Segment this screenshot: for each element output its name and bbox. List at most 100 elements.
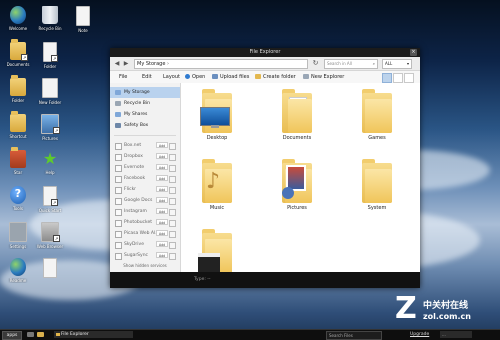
show-hidden-services-link[interactable]: Show hidden services	[110, 263, 180, 268]
add-service-button[interactable]: Add	[156, 208, 168, 214]
forward-arrow-icon[interactable]: ▶	[122, 60, 130, 68]
sidebar-item-safety-box[interactable]: Safety Box	[110, 120, 180, 131]
desktop-icon[interactable]	[33, 258, 67, 280]
sidebar-service-item[interactable]: Facebook Add	[110, 173, 180, 184]
search-input[interactable]: Search in All ⌕	[324, 59, 378, 69]
folder-icon[interactable]	[37, 332, 44, 337]
sidebar-item-my-shares[interactable]: My Shares	[110, 109, 180, 120]
desktop-icon[interactable]: ↗ Pictures	[33, 114, 67, 141]
search-scope-select[interactable]: ALL ▾	[382, 59, 412, 69]
list-view-icon[interactable]	[393, 73, 403, 83]
sidebar-item-label: My Storage	[124, 90, 150, 95]
folder-videos[interactable]	[197, 229, 237, 273]
gear-icon[interactable]	[169, 176, 176, 183]
add-service-button[interactable]: Add	[156, 252, 168, 258]
address-bar[interactable]: My Storage ›	[134, 59, 308, 69]
desktop-icon[interactable]: ↗ Quick Start	[33, 186, 67, 213]
sidebar-service-item[interactable]: Dropbox Add	[110, 151, 180, 162]
new-folder-icon	[255, 74, 261, 79]
desktop-icon[interactable]: ↗ Web Browser	[33, 222, 67, 249]
watermark-logo: Z 中关村在线 zol.com.cn	[395, 291, 471, 326]
desktop-icon[interactable]: Shortcut	[1, 111, 35, 139]
upload-files-button[interactable]: Upload files	[212, 71, 249, 83]
lock-icon	[115, 123, 121, 128]
gear-icon[interactable]	[169, 209, 176, 216]
desktop-icon-label: Star	[13, 170, 23, 175]
sidebar-service-item[interactable]: SugarSync Add	[110, 250, 180, 261]
gear-icon[interactable]	[169, 154, 176, 161]
sidebar-item-label: My Shares	[124, 112, 148, 117]
sidebar-service-item[interactable]: Evernote Add	[110, 162, 180, 173]
add-service-button[interactable]: Add	[156, 164, 168, 170]
sidebar-item-recycle-bin[interactable]: Recycle Bin	[110, 98, 180, 109]
folder-icon	[200, 89, 232, 133]
desktop-icon[interactable]: New Folder	[33, 78, 67, 105]
refresh-icon[interactable]: ↻	[311, 59, 320, 68]
sidebar-service-item[interactable]: Box.net Add	[110, 140, 180, 151]
search-icon: ⌕	[372, 61, 375, 66]
layout-menu[interactable]: Layout	[163, 71, 180, 83]
desktop-icon[interactable]: Star	[1, 147, 35, 175]
gear-icon[interactable]	[169, 253, 176, 260]
folder-music[interactable]: ♪ Music	[197, 159, 237, 211]
add-service-button[interactable]: Add	[156, 175, 168, 181]
sidebar-service-item[interactable]: Picasa Web Al... Add	[110, 228, 180, 239]
taskbar-item-file-explorer[interactable]: File Explorer	[54, 331, 133, 338]
folder-documents[interactable]: Documents	[277, 89, 317, 141]
desktop-icon[interactable]: ↗ Folder	[33, 42, 67, 69]
desktop-icon[interactable]: Readme	[1, 258, 35, 283]
back-arrow-icon[interactable]: ◀	[113, 60, 121, 68]
taskbar-search-input[interactable]: Search Files	[326, 331, 382, 340]
add-service-button[interactable]: Add	[156, 230, 168, 236]
sidebar-service-item[interactable]: SkyDrive Add	[110, 239, 180, 250]
add-service-button[interactable]: Add	[156, 153, 168, 159]
gear-icon[interactable]	[169, 143, 176, 150]
folder-system[interactable]: System	[357, 159, 397, 211]
add-service-button[interactable]: Add	[156, 142, 168, 148]
desktop-icon[interactable]: Welcome	[1, 6, 35, 31]
add-service-button[interactable]: Add	[156, 197, 168, 203]
sidebar-service-item[interactable]: Google Docs Add	[110, 195, 180, 206]
show-desktop-icon[interactable]	[27, 332, 34, 337]
sidebar-service-item[interactable]: Instagram Add	[110, 206, 180, 217]
window-titlebar[interactable]: File Explorer ×	[110, 48, 420, 57]
add-service-button[interactable]: Add	[156, 219, 168, 225]
folder-pictures[interactable]: Pictures	[277, 159, 317, 211]
desktop-icon[interactable]: ↗ Documents	[1, 39, 35, 67]
desktop-icon[interactable]: Folder	[1, 75, 35, 103]
folder-desktop[interactable]: Desktop	[197, 89, 237, 141]
help-icon: ?	[10, 186, 26, 204]
close-button[interactable]: ×	[410, 49, 417, 56]
gear-icon[interactable]	[169, 220, 176, 227]
open-button[interactable]: Open	[185, 71, 205, 83]
sidebar-item-my-storage[interactable]: My Storage	[110, 87, 180, 98]
gear-icon[interactable]	[169, 165, 176, 172]
add-service-button[interactable]: Add	[156, 186, 168, 192]
new-explorer-button[interactable]: New Explorer	[303, 71, 344, 83]
add-service-button[interactable]: Add	[156, 241, 168, 247]
desktop-icon-label: Quick Start	[38, 208, 62, 213]
desktop-icon[interactable]: Note	[66, 6, 100, 33]
upgrade-link[interactable]: Upgrade	[410, 331, 429, 339]
sidebar-service-item[interactable]: Flickr Add	[110, 184, 180, 195]
document-icon: ↗	[43, 186, 58, 206]
gear-icon[interactable]	[169, 198, 176, 205]
apps-button[interactable]: apps	[2, 331, 22, 340]
gear-icon[interactable]	[169, 187, 176, 194]
service-icon	[115, 187, 122, 194]
gear-icon[interactable]	[169, 242, 176, 249]
desktop-icon[interactable]: Settings	[1, 222, 35, 249]
desktop-icon[interactable]: Recycle Bin	[33, 6, 67, 31]
folder-name: System	[367, 205, 387, 211]
file-menu[interactable]: File	[119, 71, 127, 83]
detail-view-icon[interactable]	[404, 73, 414, 83]
sidebar-service-item[interactable]: Photobucket Add	[110, 217, 180, 228]
user-menu[interactable]: ...	[440, 331, 472, 338]
edit-menu[interactable]: Edit	[142, 71, 152, 83]
desktop-icon[interactable]: ★ Help	[33, 150, 67, 176]
create-folder-button[interactable]: Create folder	[255, 71, 296, 83]
gear-icon[interactable]	[169, 231, 176, 238]
grid-view-icon[interactable]	[382, 73, 392, 83]
folder-games[interactable]: Games	[357, 89, 397, 141]
desktop-icon[interactable]: ? Tools	[1, 186, 35, 211]
